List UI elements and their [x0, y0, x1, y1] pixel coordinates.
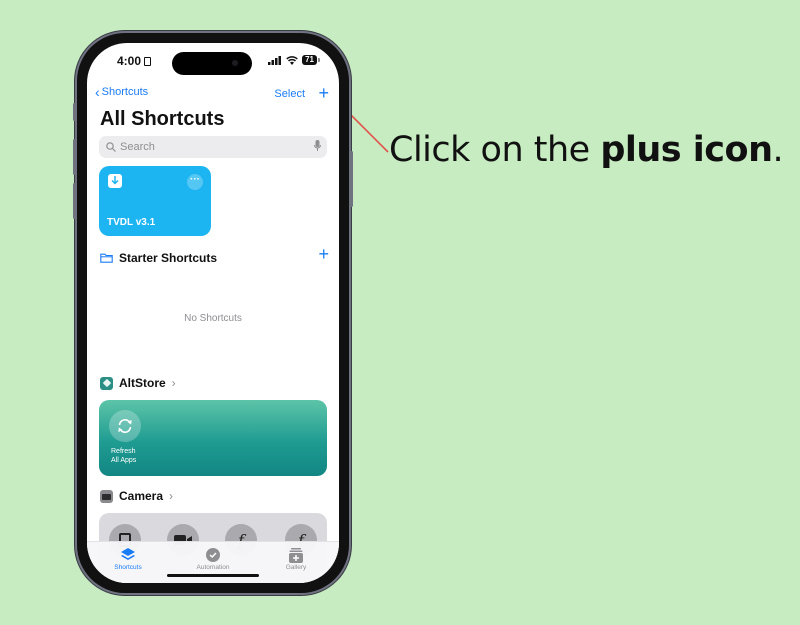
section-header-starter: Starter Shortcuts	[100, 251, 217, 265]
shortcut-title: Refresh All Apps	[111, 448, 137, 464]
empty-state-text: No Shortcuts	[184, 313, 242, 324]
instruction-annotation: Click on the plus icon.	[389, 130, 784, 170]
phone-screen: 4:00 71 ‹ Shortcuts Select + All Shortcu…	[87, 43, 339, 583]
back-button[interactable]: ‹ Shortcuts	[95, 84, 148, 100]
add-to-starter-button[interactable]: +	[318, 244, 329, 265]
plus-icon[interactable]: +	[318, 84, 329, 102]
navigation-bar: ‹ Shortcuts Select +	[87, 84, 339, 106]
layers-icon	[93, 546, 163, 564]
id-card-icon	[144, 56, 152, 66]
action-button	[73, 103, 76, 121]
shortcut-card-tvdl[interactable]: ··· TVDL v3.1	[99, 166, 211, 236]
status-indicators: 71	[268, 55, 320, 65]
chevron-right-icon: ›	[171, 376, 176, 390]
search-placeholder: Search	[120, 141, 155, 153]
clock-check-icon	[178, 546, 248, 564]
status-time: 4:00	[117, 54, 152, 68]
more-options-icon[interactable]: ···	[187, 174, 203, 190]
page-title: All Shortcuts	[100, 108, 225, 130]
dynamic-island	[172, 52, 252, 75]
shortcut-card-refresh-all-apps[interactable]: Refresh All Apps	[99, 400, 327, 476]
volume-up-button	[73, 139, 76, 175]
tab-shortcuts[interactable]: Shortcuts	[93, 546, 163, 571]
section-header-camera[interactable]: Camera ›	[100, 489, 173, 503]
tab-automation[interactable]: Automation	[178, 546, 248, 571]
chevron-right-icon: ›	[169, 489, 174, 503]
wifi-icon	[286, 55, 298, 65]
tab-gallery[interactable]: Gallery	[261, 546, 331, 571]
camera-app-icon	[100, 489, 113, 503]
select-button[interactable]: Select	[274, 88, 305, 100]
microphone-icon[interactable]	[314, 140, 321, 152]
home-indicator	[167, 574, 259, 577]
refresh-icon	[109, 410, 141, 442]
search-icon	[106, 142, 116, 152]
power-button	[350, 151, 353, 207]
folder-icon	[100, 253, 113, 263]
section-header-altstore[interactable]: AltStore ›	[100, 376, 176, 390]
battery-indicator: 71	[302, 55, 320, 65]
download-icon	[108, 174, 122, 188]
search-input[interactable]: Search	[99, 136, 327, 158]
gallery-icon	[261, 546, 331, 564]
chevron-left-icon: ‹	[95, 84, 100, 100]
annotation-emphasis: plus icon	[600, 130, 773, 170]
altstore-app-icon	[100, 376, 113, 390]
phone-frame: 4:00 71 ‹ Shortcuts Select + All Shortcu…	[73, 33, 353, 593]
shortcut-title: TVDL v3.1	[107, 217, 156, 228]
volume-down-button	[73, 183, 76, 219]
signal-icon	[268, 55, 282, 65]
